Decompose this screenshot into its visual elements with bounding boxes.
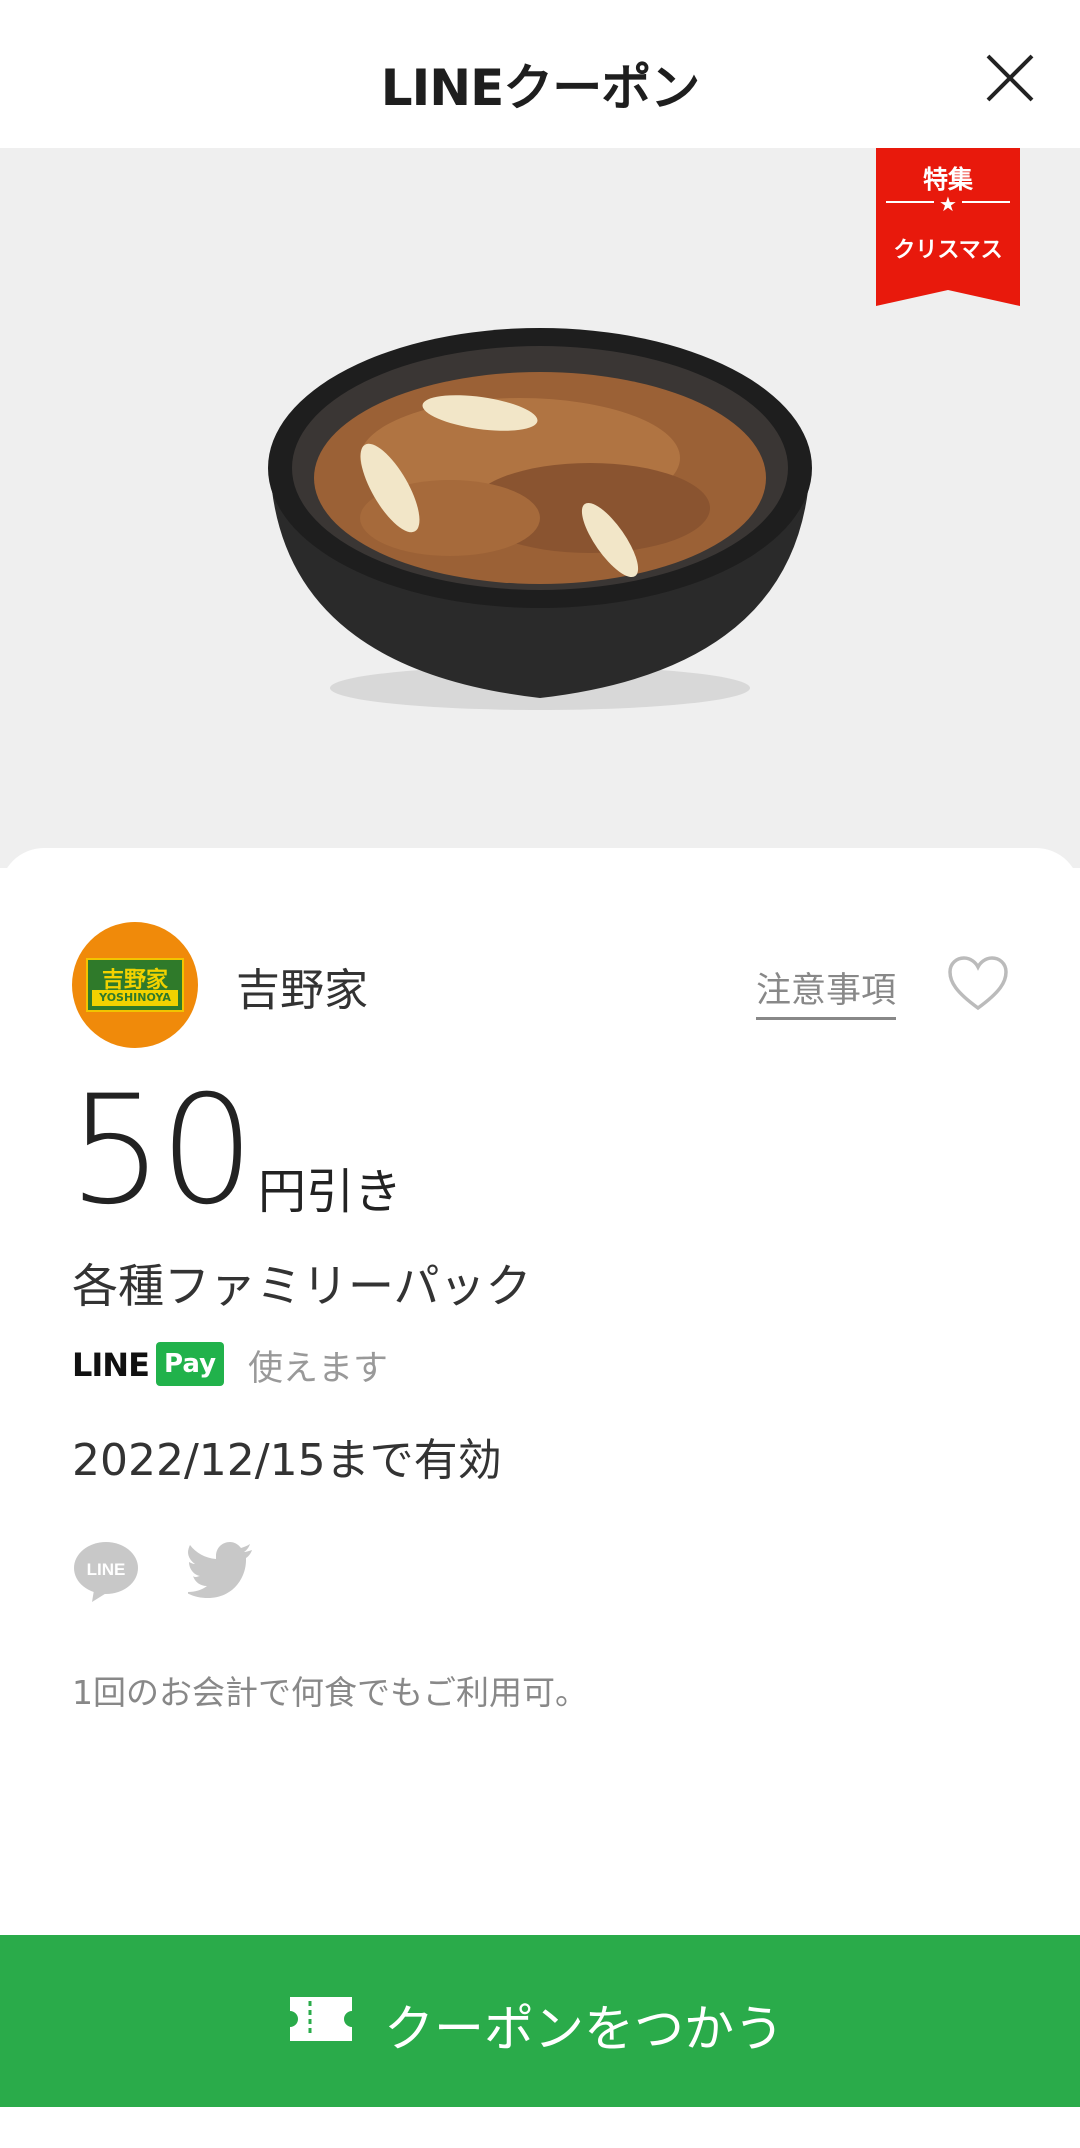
use-coupon-label: クーポンをつかう (384, 2000, 784, 2058)
star-icon: ★ (939, 192, 957, 216)
feature-ribbon: 特集 ★ クリスマス (876, 148, 1020, 306)
store-name: 吉野家 (236, 965, 368, 1016)
validity-date: 2022/12/15まで有効 (72, 1435, 502, 1486)
notes-link[interactable]: 注意事項 (756, 962, 897, 1020)
ribbon-subtitle: クリスマス (893, 238, 1003, 263)
ribbon-title: 特集 (922, 165, 973, 194)
line-share-icon[interactable]: LINE (72, 1540, 140, 1602)
ticket-icon (290, 1997, 352, 2041)
discount-unit: 円引き (258, 1164, 403, 1220)
svg-text:LINE: LINE (87, 1560, 126, 1579)
twitter-share-icon[interactable] (188, 1542, 254, 1600)
logo-sign: 吉野家 YOSHINOYA (86, 958, 184, 1012)
usage-note: 1回のお会計で何食でもご利用可。 (72, 1673, 588, 1712)
logo-text-en: YOSHINOYA (92, 990, 178, 1006)
page-title: LINEクーポン (380, 59, 700, 117)
discount-amount: 50 (68, 1064, 255, 1238)
line-pay-logo-pay: Pay (156, 1342, 224, 1386)
gyudon-bowl-image (268, 328, 812, 710)
close-icon[interactable] (982, 50, 1038, 106)
line-pay-available: 使えます (248, 1349, 389, 1389)
line-pay-logo: LINE Pay (72, 1342, 224, 1386)
heart-icon[interactable] (946, 954, 1010, 1014)
header: LINEクーポン (0, 0, 1080, 148)
line-pay-logo-line: LINE (72, 1346, 150, 1384)
store-logo[interactable]: 吉野家 YOSHINOYA (72, 922, 198, 1048)
product-name: 各種ファミリーパック (72, 1259, 532, 1313)
coupon-image: 特集 ★ クリスマス (0, 148, 1080, 868)
use-coupon-button[interactable]: クーポンをつかう (0, 1935, 1080, 2107)
